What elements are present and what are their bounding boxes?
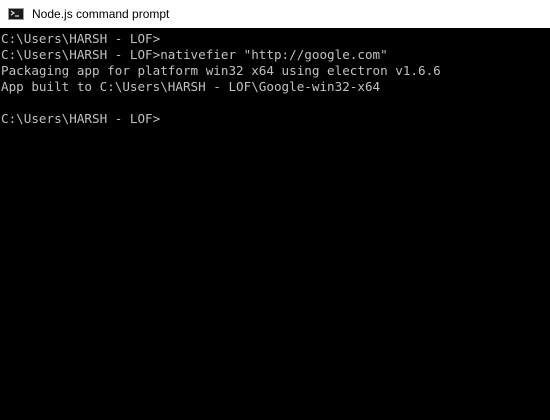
- window-title: Node.js command prompt: [32, 7, 170, 21]
- console-prompt-line[interactable]: C:\Users\HARSH - LOF>: [1, 111, 441, 127]
- console-lines: C:\Users\HARSH - LOF> C:\Users\HARSH - L…: [1, 31, 441, 127]
- console-line: Packaging app for platform win32 x64 usi…: [1, 63, 441, 78]
- command-prompt-icon: [8, 8, 24, 20]
- console-window: Node.js command prompt C:\Users\HARSH - …: [0, 0, 550, 420]
- console-line: App built to C:\Users\HARSH - LOF\Google…: [1, 79, 381, 94]
- console-line: C:\Users\HARSH - LOF>: [1, 31, 161, 46]
- console-output[interactable]: C:\Users\HARSH - LOF> C:\Users\HARSH - L…: [0, 28, 550, 420]
- title-bar[interactable]: Node.js command prompt: [0, 0, 550, 28]
- console-line: C:\Users\HARSH - LOF>nativefier "http://…: [1, 47, 388, 62]
